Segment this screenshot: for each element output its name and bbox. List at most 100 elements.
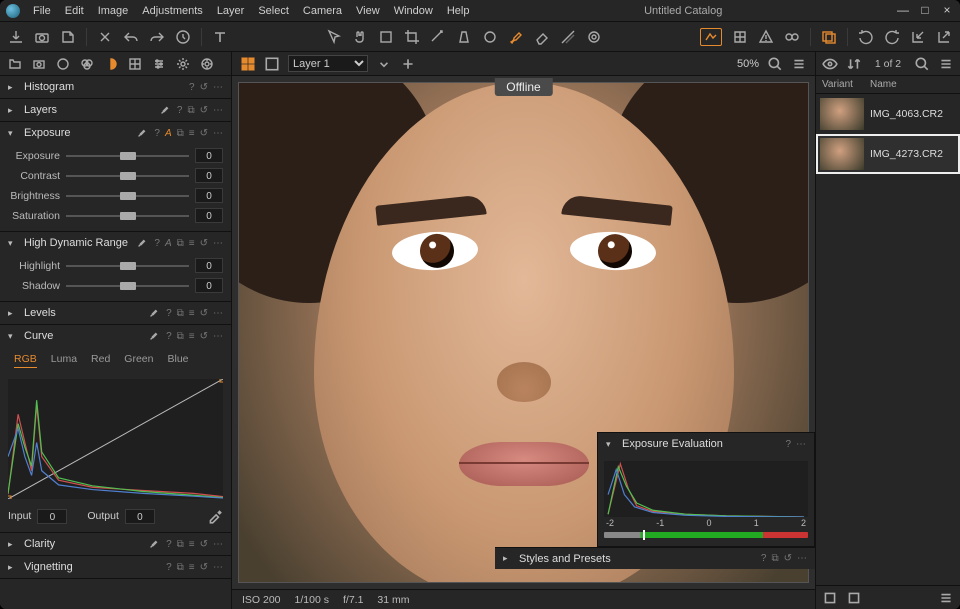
menu-icon[interactable]: ⋯ — [213, 128, 223, 139]
slider-value[interactable]: 0 — [195, 168, 223, 183]
tab-detail-icon[interactable] — [128, 57, 142, 71]
slider-track[interactable] — [66, 281, 189, 291]
browser-item[interactable]: IMG_4063.CR2 — [816, 94, 960, 134]
tool-title[interactable]: Exposure Evaluation — [622, 438, 779, 450]
help-icon[interactable]: ? — [189, 82, 195, 93]
reset-icon[interactable]: ↺ — [200, 539, 208, 550]
slider-track[interactable] — [66, 171, 189, 181]
sort-icon[interactable] — [846, 56, 862, 72]
curve-input-value[interactable]: 0 — [37, 509, 67, 524]
menu-edit[interactable]: Edit — [58, 3, 91, 19]
help-icon[interactable]: ? — [785, 439, 791, 450]
reset-icon[interactable]: ↺ — [200, 308, 208, 319]
help-icon[interactable]: ? — [166, 539, 172, 550]
curve-graph[interactable] — [8, 379, 223, 499]
hand-icon[interactable] — [352, 29, 368, 45]
tab-lens-icon[interactable] — [56, 57, 70, 71]
menu-camera[interactable]: Camera — [296, 3, 349, 19]
menu-select[interactable]: Select — [251, 3, 296, 19]
zoom-search-icon[interactable] — [767, 56, 783, 72]
copy-icon[interactable]: ⧉ — [177, 128, 184, 139]
tool-title[interactable]: Levels — [24, 307, 142, 319]
tab-adjust-icon[interactable] — [152, 57, 166, 71]
help-icon[interactable]: ? — [761, 553, 767, 564]
reset-icon[interactable]: ↺ — [200, 105, 208, 116]
add-layer-icon[interactable] — [400, 56, 416, 72]
tool-title[interactable]: Styles and Presets — [519, 553, 755, 565]
copy-icon[interactable]: ⧉ — [177, 562, 184, 573]
help-icon[interactable]: ? — [166, 562, 172, 573]
tab-library-icon[interactable] — [8, 57, 22, 71]
chevron-down-icon[interactable]: ▾ — [8, 331, 18, 342]
help-icon[interactable]: ? — [154, 128, 160, 139]
menu-layer[interactable]: Layer — [210, 3, 252, 19]
chevron-down-icon[interactable]: ▾ — [8, 238, 18, 249]
layer-select[interactable]: Layer 1 — [288, 55, 368, 72]
exposure-pointer[interactable] — [643, 530, 645, 540]
slider-track[interactable] — [66, 261, 189, 271]
curve-tab-luma[interactable]: Luma — [51, 353, 77, 368]
col-name[interactable]: Name — [870, 79, 960, 90]
eye-icon[interactable] — [822, 56, 838, 72]
slider-value[interactable]: 0 — [195, 208, 223, 223]
menu-icon[interactable]: ⋯ — [213, 562, 223, 573]
tool-title[interactable]: Exposure — [24, 127, 130, 139]
preset-icon[interactable]: ≡ — [189, 539, 195, 550]
copy-icon[interactable]: ⧉ — [771, 553, 778, 564]
slider-value[interactable]: 0 — [195, 278, 223, 293]
import-icon[interactable] — [8, 29, 24, 45]
reset-icon[interactable]: ↺ — [200, 128, 208, 139]
pointer-icon[interactable] — [326, 29, 342, 45]
preset-icon[interactable]: ≡ — [189, 128, 195, 139]
zoom-menu-icon[interactable] — [791, 56, 807, 72]
export-icon[interactable] — [60, 29, 76, 45]
tool-title[interactable]: Curve — [24, 330, 142, 342]
tool-title[interactable]: High Dynamic Range — [24, 237, 130, 249]
auto-icon[interactable]: A — [165, 128, 172, 139]
filter-menu-icon[interactable] — [938, 56, 954, 72]
copy-icon[interactable]: ⧉ — [177, 539, 184, 550]
help-icon[interactable]: ? — [166, 331, 172, 342]
tab-output-icon[interactable] — [200, 57, 214, 71]
layer-dropdown-icon[interactable] — [376, 56, 392, 72]
browser-item[interactable]: IMG_4273.CR2 — [816, 134, 960, 174]
chevron-down-icon[interactable]: ▾ — [606, 439, 616, 450]
tab-meta-icon[interactable] — [176, 57, 190, 71]
menu-help[interactable]: Help — [440, 3, 477, 19]
preset-icon[interactable]: ≡ — [189, 562, 195, 573]
camera-icon[interactable] — [34, 29, 50, 45]
keystone-icon[interactable] — [456, 29, 472, 45]
curve-output-value[interactable]: 0 — [125, 509, 155, 524]
history-icon[interactable] — [175, 29, 191, 45]
straighten-icon[interactable] — [430, 29, 446, 45]
slider-track[interactable] — [66, 151, 189, 161]
crop-icon[interactable] — [404, 29, 420, 45]
slider-track[interactable] — [66, 191, 189, 201]
single-view-icon[interactable] — [264, 56, 280, 72]
grid-icon[interactable] — [732, 29, 748, 45]
menu-icon[interactable]: ⋯ — [213, 82, 223, 93]
proof-icon[interactable] — [784, 29, 800, 45]
copy-icon[interactable]: ⧉ — [177, 308, 184, 319]
undo-icon[interactable] — [123, 29, 139, 45]
thumbnail-size-icon[interactable] — [938, 590, 954, 606]
auto-icon[interactable]: A — [165, 238, 172, 249]
curve-tab-green[interactable]: Green — [124, 353, 153, 368]
zoom-value[interactable]: 50% — [737, 58, 759, 70]
window-close-button[interactable]: × — [940, 4, 954, 18]
rotate-cw-icon[interactable] — [884, 29, 900, 45]
chevron-down-icon[interactable]: ▾ — [8, 128, 18, 139]
brush-icon[interactable] — [508, 29, 524, 45]
menu-icon[interactable]: ⋯ — [796, 439, 806, 450]
copy-icon[interactable]: ⧉ — [177, 331, 184, 342]
shape-icon[interactable] — [378, 29, 394, 45]
menu-icon[interactable]: ⋯ — [213, 331, 223, 342]
menu-file[interactable]: File — [26, 3, 58, 19]
window-min-button[interactable]: — — [896, 4, 910, 18]
tool-title[interactable]: Vignetting — [24, 561, 160, 573]
preset-icon[interactable]: ≡ — [189, 238, 195, 249]
move-out-icon[interactable] — [936, 29, 952, 45]
menu-icon[interactable]: ⋯ — [213, 238, 223, 249]
reset-icon[interactable]: ↺ — [200, 562, 208, 573]
menu-icon[interactable]: ⋯ — [213, 105, 223, 116]
